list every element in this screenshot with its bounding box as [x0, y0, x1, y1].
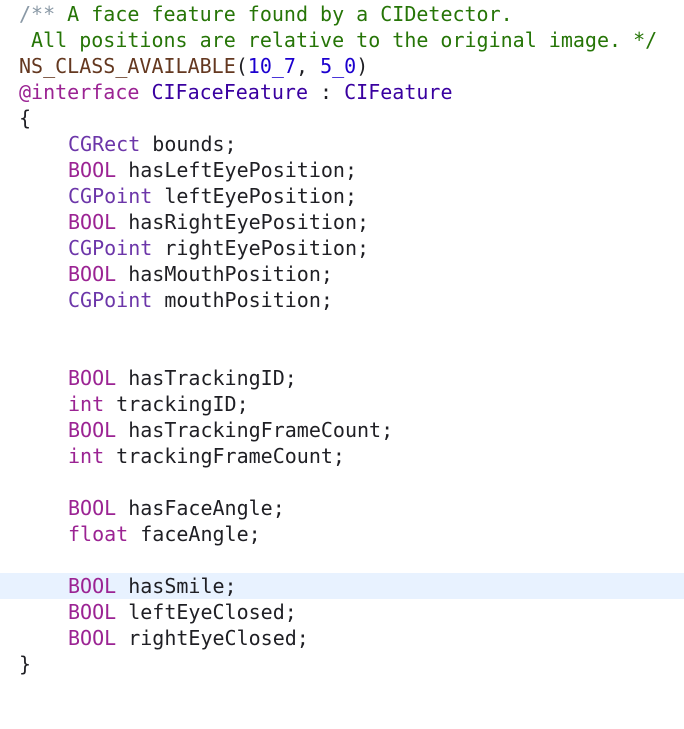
- ivar-name: bounds;: [140, 132, 237, 156]
- code-line-ivar[interactable]: int trackingFrameCount;: [0, 443, 684, 469]
- code-line-open-brace[interactable]: {: [0, 105, 684, 131]
- ivar-type: CGPoint: [68, 288, 153, 312]
- macro-open-paren: (: [235, 54, 248, 78]
- ivar-name: mouthPosition;: [152, 288, 333, 312]
- interface-declaration: @interface CIFaceFeature : CIFeature: [19, 79, 453, 105]
- code-line-ivar[interactable]: BOOL rightEyeClosed;: [0, 625, 684, 651]
- ivar-name: hasRightEyePosition;: [116, 210, 370, 234]
- code-line-current[interactable]: BOOL hasSmile;: [0, 573, 684, 599]
- code-line-ivar[interactable]: CGPoint mouthPosition;: [0, 287, 684, 313]
- ivar-type: CGPoint: [68, 236, 153, 260]
- close-brace: }: [19, 652, 32, 676]
- code-editor[interactable]: /** A face feature found by a CIDetector…: [0, 0, 684, 683]
- code-line-ivar[interactable]: BOOL leftEyeClosed;: [0, 599, 684, 625]
- superclass-name: CIFeature: [344, 80, 453, 104]
- ivar-type: BOOL: [68, 210, 117, 234]
- ivar-name: hasTrackingID;: [116, 366, 297, 390]
- code-line-ivar[interactable]: BOOL hasMouthPosition;: [0, 261, 684, 287]
- ivar-name: hasMouthPosition;: [116, 262, 333, 286]
- ivar-type: int: [68, 444, 105, 468]
- inheritance-colon: :: [308, 80, 345, 104]
- ivar-type: BOOL: [68, 262, 117, 286]
- ivar-type: CGPoint: [68, 184, 153, 208]
- ivar-name: hasSmile;: [116, 574, 237, 598]
- code-line-ivar[interactable]: BOOL hasRightEyePosition;: [0, 209, 684, 235]
- ivar-name: faceAngle;: [128, 522, 261, 546]
- code-line-comment-1[interactable]: /** A face feature found by a CIDetector…: [0, 1, 684, 27]
- ivar-type: int: [68, 392, 105, 416]
- code-line-ivar[interactable]: CGPoint leftEyePosition;: [0, 183, 684, 209]
- availability-macro: NS_CLASS_AVAILABLE(10_7, 5_0): [19, 53, 368, 79]
- code-line-ivar[interactable]: int trackingID;: [0, 391, 684, 417]
- macro-arg-macos: 10_7: [247, 54, 296, 78]
- code-line-ivar[interactable]: BOOL hasLeftEyePosition;: [0, 157, 684, 183]
- class-name: CIFaceFeature: [151, 80, 309, 104]
- ivar-name: hasTrackingFrameCount;: [116, 418, 394, 442]
- macro-name: NS_CLASS_AVAILABLE: [19, 54, 236, 78]
- code-line-ivar[interactable]: CGPoint rightEyePosition;: [0, 235, 684, 261]
- ivar-type: BOOL: [68, 600, 117, 624]
- ivar-name: rightEyePosition;: [152, 236, 370, 260]
- ivar-type: BOOL: [68, 496, 117, 520]
- comment-open: /**: [19, 2, 56, 26]
- ivar-name: trackingFrameCount;: [104, 444, 345, 468]
- comment-text: All positions are relative to the origin…: [19, 28, 634, 52]
- ivar-type: float: [68, 522, 129, 546]
- code-line-ivar[interactable]: CGRect bounds;: [0, 131, 684, 157]
- ivar-type: BOOL: [68, 574, 117, 598]
- ivar-name: hasLeftEyePosition;: [116, 158, 357, 182]
- ivar-type: BOOL: [68, 366, 117, 390]
- code-line-ivar[interactable]: BOOL hasFaceAngle;: [0, 495, 684, 521]
- code-line-ivar[interactable]: BOOL hasTrackingID;: [0, 365, 684, 391]
- ivar-name: trackingID;: [104, 392, 249, 416]
- interface-keyword: @interface: [19, 80, 140, 104]
- ivar-name: hasFaceAngle;: [116, 496, 285, 520]
- doc-comment: /** A face feature found by a CIDetector…: [19, 1, 513, 27]
- ivar-name: rightEyeClosed;: [116, 626, 309, 650]
- ivar-type: BOOL: [68, 626, 117, 650]
- macro-arg-ios: 5_0: [320, 54, 357, 78]
- comment-text: A face feature found by a CIDetector.: [55, 2, 513, 26]
- ivar-name: leftEyePosition;: [152, 184, 357, 208]
- ivar-name: leftEyeClosed;: [116, 600, 297, 624]
- doc-comment-continuation: All positions are relative to the origin…: [19, 27, 657, 53]
- ivar-type: CGRect: [68, 132, 141, 156]
- code-line-comment-2[interactable]: All positions are relative to the origin…: [0, 27, 684, 53]
- ivar-type: BOOL: [68, 418, 117, 442]
- code-line-ivar[interactable]: float faceAngle;: [0, 521, 684, 547]
- code-line-ivar[interactable]: BOOL hasTrackingFrameCount;: [0, 417, 684, 443]
- code-line-close-brace[interactable]: }: [0, 651, 684, 677]
- open-brace: {: [19, 106, 32, 130]
- macro-arg-separator: ,: [295, 54, 321, 78]
- ivar-type: BOOL: [68, 158, 117, 182]
- comment-close: */: [633, 28, 658, 52]
- code-line-interface[interactable]: @interface CIFaceFeature : CIFeature: [0, 79, 684, 105]
- code-line-macro[interactable]: NS_CLASS_AVAILABLE(10_7, 5_0): [0, 53, 684, 79]
- macro-close-paren: ): [356, 54, 369, 78]
